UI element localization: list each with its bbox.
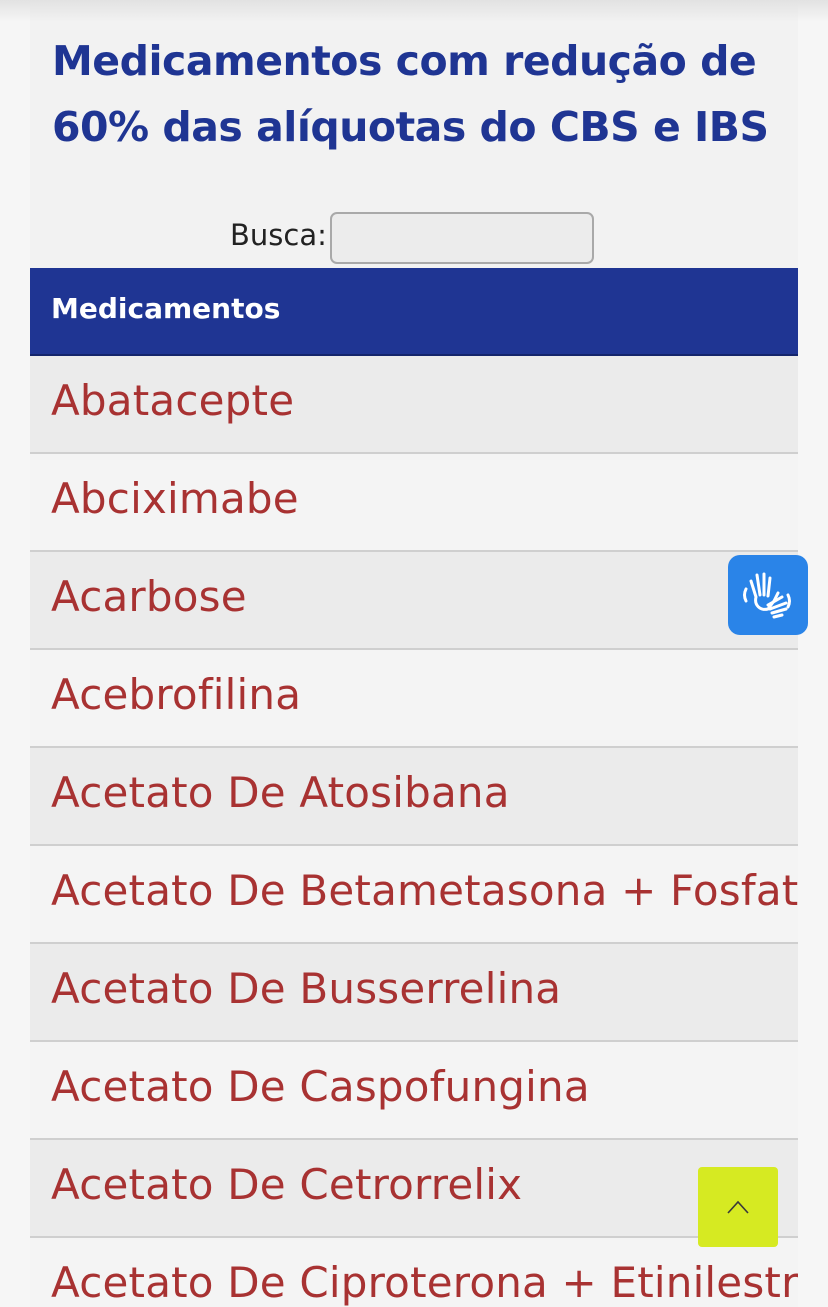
top-shadow bbox=[0, 0, 828, 22]
table-row[interactable]: Acetato De Caspofungina bbox=[30, 1042, 798, 1140]
table-row[interactable]: Abciximabe bbox=[30, 454, 798, 552]
page: Medicamentos com redução de 60% das alíq… bbox=[0, 0, 828, 1307]
medication-name: Acetato De Atosibana bbox=[51, 768, 510, 817]
medication-name: Acebrofilina bbox=[51, 670, 302, 719]
search-input[interactable] bbox=[330, 212, 594, 264]
search-bar: Busca: bbox=[30, 212, 798, 268]
main-content: Medicamentos com redução de 60% das alíq… bbox=[30, 0, 798, 1307]
medication-name: Acetato De Busserrelina bbox=[51, 964, 562, 1013]
scroll-to-top-button[interactable] bbox=[698, 1167, 778, 1247]
table-row[interactable]: Acarbose bbox=[30, 552, 798, 650]
medication-name: Abatacepte bbox=[51, 376, 295, 425]
chevron-up-icon bbox=[727, 1200, 749, 1214]
medication-name: Acetato De Ciproterona + Etinilestra bbox=[51, 1258, 798, 1307]
table-header[interactable]: Medicamentos bbox=[30, 268, 798, 356]
table-row[interactable]: Acebrofilina bbox=[30, 650, 798, 748]
table-row[interactable]: Acetato De Busserrelina bbox=[30, 944, 798, 1042]
column-header-medicamentos: Medicamentos bbox=[51, 292, 281, 325]
page-margin-left bbox=[0, 0, 30, 1307]
medication-name: Acetato De Cetrorrelix bbox=[51, 1160, 523, 1209]
accessibility-libras-button[interactable] bbox=[728, 555, 808, 635]
medication-name: Acetato De Betametasona + Fosfato bbox=[51, 866, 798, 915]
medication-list: Abatacepte Abciximabe Acarbose Acebrofil… bbox=[30, 356, 798, 1307]
page-title: Medicamentos com redução de 60% das alíq… bbox=[52, 37, 769, 151]
medication-name: Acarbose bbox=[51, 572, 247, 621]
table-row[interactable]: Acetato De Ciproterona + Etinilestra bbox=[30, 1238, 798, 1307]
table-row[interactable]: Abatacepte bbox=[30, 356, 798, 454]
table-row[interactable]: Acetato De Cetrorrelix bbox=[30, 1140, 798, 1238]
medication-name: Abciximabe bbox=[51, 474, 299, 523]
page-margin-right bbox=[798, 0, 828, 1307]
search-label: Busca: bbox=[230, 218, 327, 252]
table-row[interactable]: Acetato De Atosibana bbox=[30, 748, 798, 846]
medication-name: Acetato De Caspofungina bbox=[51, 1062, 590, 1111]
table-row[interactable]: Acetato De Betametasona + Fosfato bbox=[30, 846, 798, 944]
sign-language-hands-icon bbox=[743, 572, 791, 619]
